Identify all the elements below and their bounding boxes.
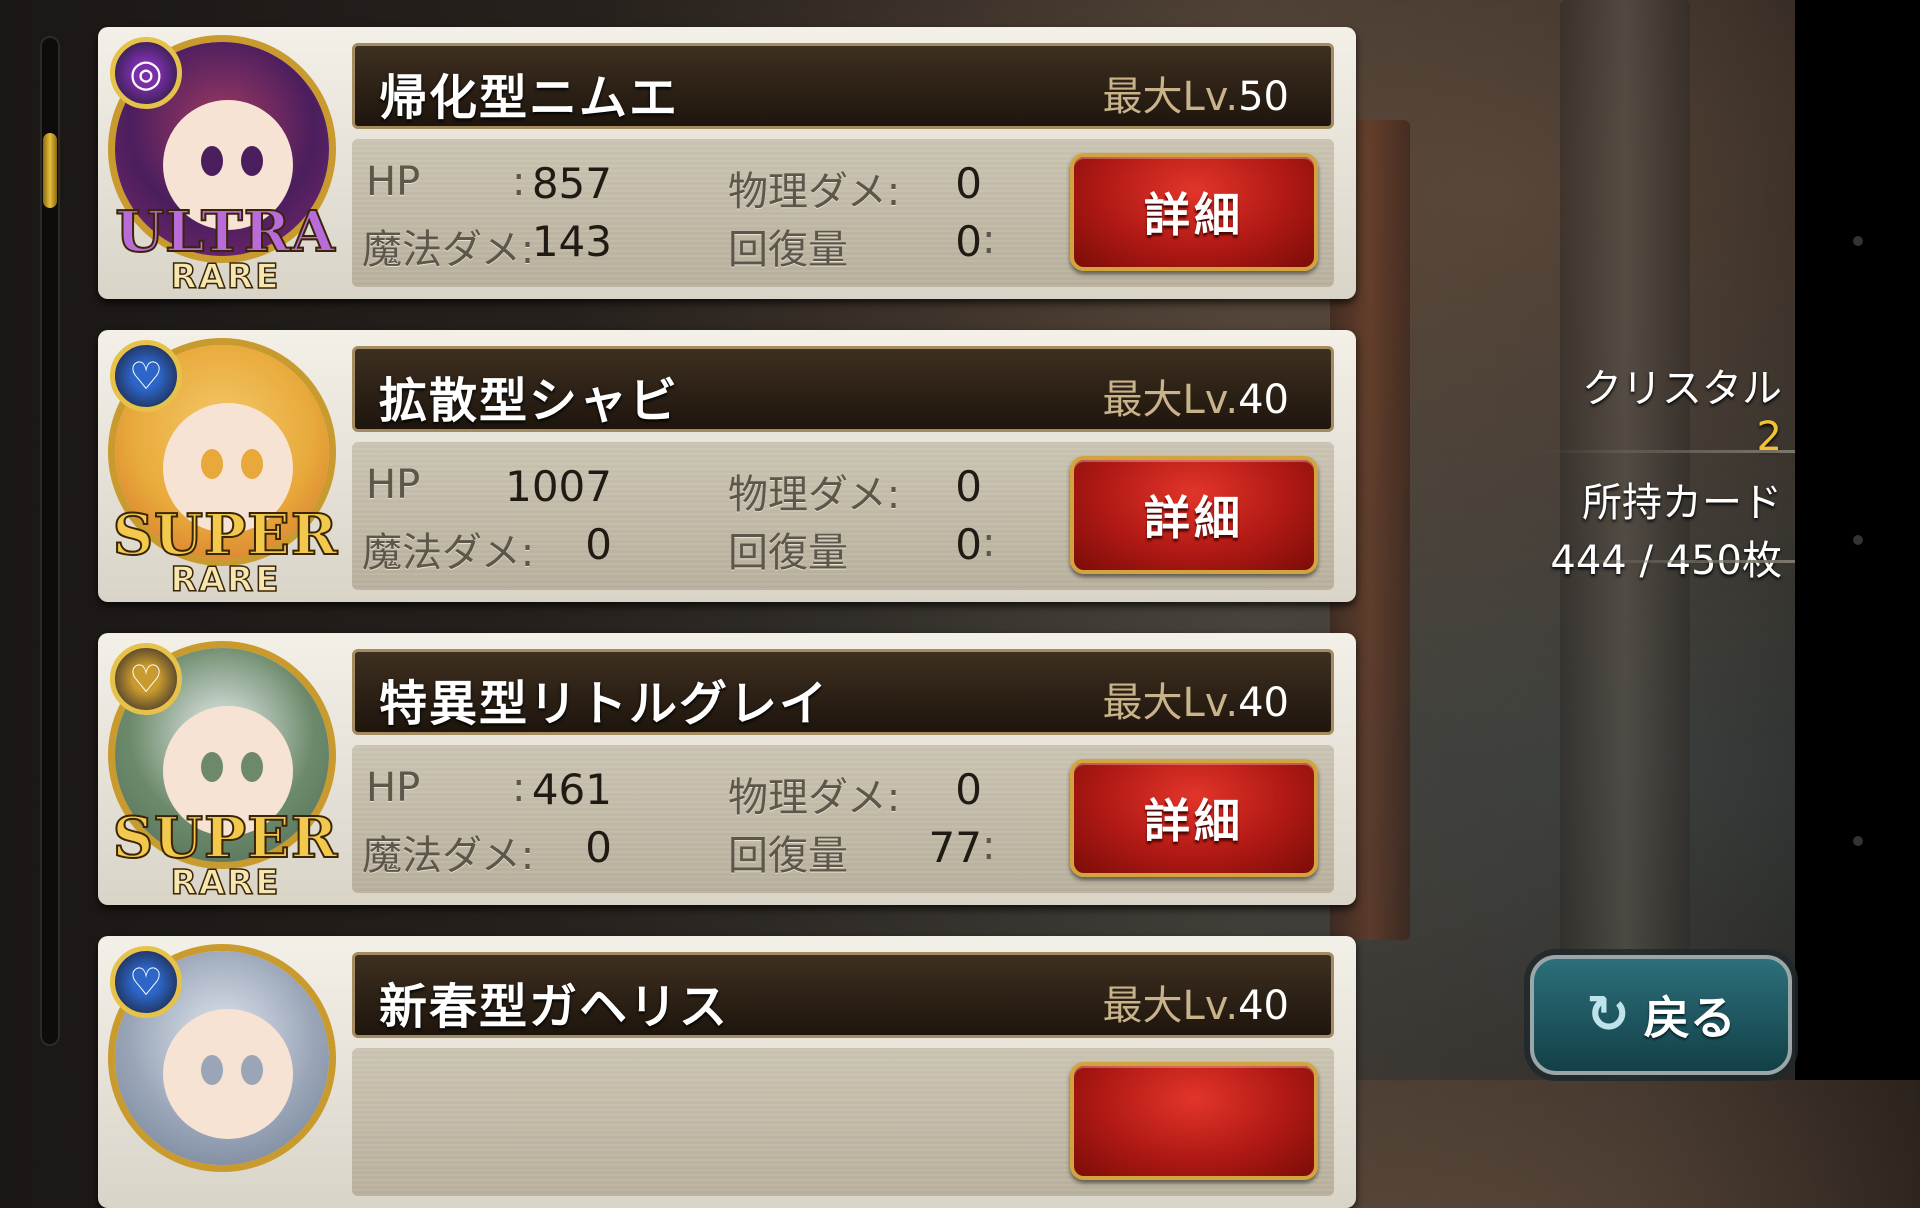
heart-crown-icon: ♡ — [110, 340, 182, 412]
physical-damage-value: 0 — [955, 462, 982, 511]
back-button[interactable]: ↻ 戻る — [1530, 955, 1792, 1075]
magic-damage-value: 0 — [585, 823, 612, 872]
detail-button[interactable]: 詳細 — [1070, 456, 1318, 574]
colon: : — [982, 217, 996, 263]
detail-button-label: 詳細 — [1144, 188, 1244, 242]
divider — [1540, 560, 1795, 563]
level-label: 最大Lv. — [1102, 680, 1239, 726]
physical-damage-value: 0 — [955, 159, 982, 208]
portrait-eye — [241, 752, 263, 782]
rarity-label: ULTRA — [114, 198, 336, 266]
card-name: 特異型リトルグレイ — [379, 676, 830, 732]
rarity-label: SUPER — [112, 804, 339, 872]
hp-value: 857 — [531, 159, 612, 208]
card-item[interactable]: ♡ SUPER RARE 拡散型シャビ 最大Lv.40 HP : 1007 物理… — [98, 330, 1356, 602]
hp-label: HP — [366, 159, 421, 205]
card-item[interactable]: ♡ SUPER RARE 特異型リトルグレイ 最大Lv.40 HP : 461 … — [98, 633, 1356, 905]
colon: : — [982, 520, 996, 566]
card-name-bar: 帰化型ニムエ 最大Lv.50 — [352, 43, 1334, 129]
rarity-sub-label: RARE — [170, 862, 281, 904]
detail-button[interactable]: 詳細 — [1070, 759, 1318, 877]
level-value: 40 — [1238, 377, 1289, 423]
magic-damage-value: 0 — [585, 520, 612, 569]
magic-damage-value: 143 — [531, 217, 612, 266]
crystal-info: クリスタル 2 — [1520, 356, 1782, 460]
card-item[interactable]: ♡ 新春型ガヘリス 最大Lv.40 — [98, 936, 1356, 1208]
level-value: 40 — [1238, 983, 1289, 1029]
crystal-label: クリスタル — [1582, 366, 1782, 412]
card-max-level: 最大Lv.40 — [1103, 367, 1289, 425]
card-name-bar: 新春型ガヘリス 最大Lv.40 — [352, 952, 1334, 1038]
heart-crown-icon: ♡ — [110, 946, 182, 1018]
level-label: 最大Lv. — [1102, 983, 1239, 1029]
rarity-sub-label: RARE — [170, 256, 281, 298]
card-name: 帰化型ニムエ — [379, 70, 680, 126]
level-value: 40 — [1238, 680, 1289, 726]
detail-button-label: 詳細 — [1144, 794, 1244, 848]
spiral-icon: ◎ — [110, 37, 182, 109]
rarity-sub-label: RARE — [170, 559, 281, 601]
detail-button[interactable]: 詳細 — [1070, 153, 1318, 271]
card-name: 拡散型シャビ — [379, 373, 680, 429]
card-name: 新春型ガヘリス — [379, 979, 730, 1035]
hp-value: 461 — [531, 765, 612, 814]
card-max-level: 最大Lv.40 — [1103, 670, 1289, 728]
owned-cards-info: 所持カード 444 / 450枚 — [1520, 470, 1782, 586]
return-arrow-icon: ↻ — [1586, 985, 1630, 1045]
level-label: 最大Lv. — [1102, 377, 1239, 423]
card-name-bar: 拡散型シャビ 最大Lv.40 — [352, 346, 1334, 432]
heal-label: 回復量 — [728, 227, 848, 273]
hp-label: HP — [366, 765, 421, 811]
level-value: 50 — [1238, 74, 1289, 120]
heal-value: 77 — [928, 823, 982, 872]
portrait-eye — [201, 752, 223, 782]
detail-button-label: 詳細 — [1144, 491, 1244, 545]
heal-label: 回復量 — [728, 833, 848, 879]
scrollbar-thumb[interactable] — [43, 132, 57, 208]
portrait-eye — [241, 146, 263, 176]
card-max-level: 最大Lv.50 — [1103, 64, 1289, 122]
heal-label: 回復量 — [728, 530, 848, 576]
portrait-face — [163, 1009, 293, 1139]
crystal-value: 2 — [1756, 414, 1782, 460]
colon: : — [982, 823, 996, 869]
heal-value: 0 — [955, 217, 982, 266]
edge-dot — [1853, 535, 1863, 545]
portrait-eye — [201, 449, 223, 479]
heart-crown-icon: ♡ — [110, 643, 182, 715]
portrait-eye — [241, 1055, 263, 1085]
heal-value: 0 — [955, 520, 982, 569]
back-button-label: 戻る — [1643, 991, 1736, 1045]
edge-dot — [1853, 236, 1863, 246]
card-name-bar: 特異型リトルグレイ 最大Lv.40 — [352, 649, 1334, 735]
rarity-label: SUPER — [112, 501, 339, 569]
level-label: 最大Lv. — [1102, 74, 1239, 120]
owned-cards-value: 444 / 450枚 — [1550, 538, 1782, 584]
card-max-level: 最大Lv.40 — [1103, 973, 1289, 1031]
portrait-eye — [201, 146, 223, 176]
portrait-eye — [241, 449, 263, 479]
hp-value: 1007 — [505, 462, 612, 511]
hp-label: HP — [366, 462, 421, 508]
divider — [1540, 450, 1795, 453]
portrait-eye — [201, 1055, 223, 1085]
owned-cards-label: 所持カード — [1582, 480, 1782, 526]
edge-dot — [1853, 836, 1863, 846]
physical-damage-value: 0 — [955, 765, 982, 814]
card-item[interactable]: ◎ ULTRA RARE 帰化型ニムエ 最大Lv.50 HP : 857 物理ダ… — [98, 27, 1356, 299]
